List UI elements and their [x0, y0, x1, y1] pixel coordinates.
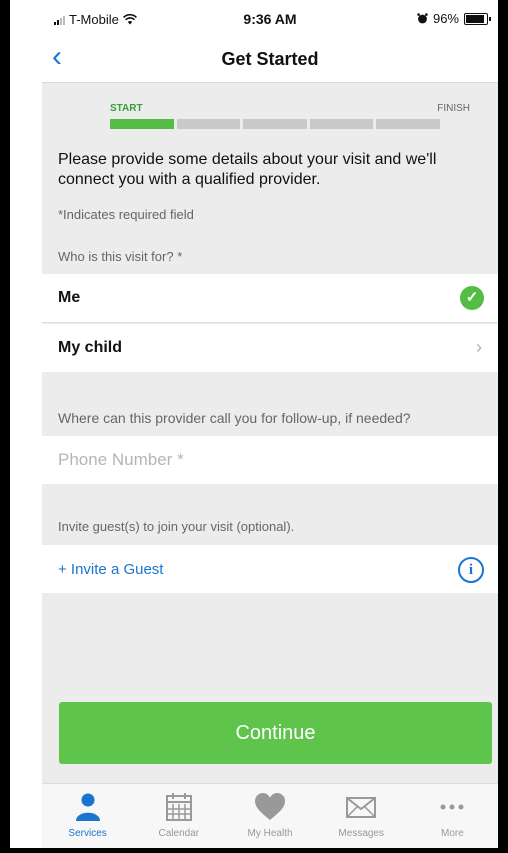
- tab-more-label: More: [441, 828, 464, 839]
- envelope-icon: [346, 797, 377, 818]
- progress-indicator: START FINISH: [42, 83, 498, 143]
- progress-step-5: [376, 119, 440, 129]
- required-field-note: *Indicates required field: [58, 207, 194, 222]
- battery-icon: [464, 12, 491, 25]
- alarm-icon: [417, 13, 428, 24]
- heart-icon: [255, 793, 285, 820]
- progress-step-3: [243, 119, 307, 129]
- visit-for-label: Who is this visit for? *: [58, 249, 183, 264]
- tab-messages[interactable]: Messages: [316, 784, 407, 848]
- progress-track: [110, 119, 440, 129]
- continue-button[interactable]: Continue: [59, 702, 492, 764]
- info-icon[interactable]: i: [458, 557, 484, 583]
- phone-screen: T-Mobile 9:36 AM 96% ‹ Get Started START…: [42, 0, 498, 848]
- screenshot-border-right: [498, 0, 508, 853]
- progress-step-2: [176, 119, 241, 129]
- option-me-label: Me: [58, 289, 81, 306]
- screenshot-border-bottom: [0, 848, 508, 853]
- battery-percent: 96%: [432, 11, 459, 26]
- progress-start-label: START: [110, 103, 143, 114]
- page-title: Get Started: [221, 49, 319, 69]
- tab-calendar[interactable]: Calendar: [133, 784, 224, 848]
- tab-my-health-label: My Health: [247, 828, 293, 839]
- screenshot-border-left: [0, 0, 10, 853]
- followup-label: Where can this provider call you for fol…: [58, 410, 411, 426]
- navigation-bar: ‹ Get Started: [42, 36, 498, 83]
- invite-guest-link[interactable]: + Invite a Guest: [58, 561, 163, 578]
- phone-number-input[interactable]: [58, 436, 478, 484]
- tab-calendar-label: Calendar: [158, 828, 200, 839]
- invite-guest-label: Invite guest(s) to join your visit (opti…: [58, 519, 295, 534]
- calendar-icon: [165, 793, 192, 821]
- chevron-right-icon: ›: [476, 337, 482, 357]
- tab-my-health[interactable]: My Health: [224, 784, 315, 848]
- tab-messages-label: Messages: [338, 828, 384, 839]
- tab-services[interactable]: Services: [42, 784, 133, 848]
- tab-bar: Services Calendar My Health Messages Mor…: [42, 783, 498, 848]
- option-me[interactable]: Me ✓: [42, 274, 498, 323]
- status-right: 96%: [417, 11, 491, 26]
- phone-row: [42, 436, 498, 484]
- checkmark-icon: ✓: [460, 286, 484, 310]
- intro-text: Please provide some details about your v…: [58, 151, 437, 188]
- progress-finish-label: FINISH: [437, 103, 470, 114]
- status-bar: T-Mobile 9:36 AM 96%: [42, 0, 498, 36]
- invite-guest-row: + Invite a Guest i: [42, 545, 498, 593]
- option-my-child-label: My child: [58, 339, 123, 356]
- progress-step-4: [309, 119, 374, 129]
- option-my-child[interactable]: My child ›: [42, 324, 498, 372]
- tab-services-label: Services: [68, 828, 107, 839]
- person-icon: [75, 793, 100, 821]
- more-icon: [440, 804, 464, 810]
- progress-step-1: [110, 119, 174, 129]
- tab-more[interactable]: More: [407, 784, 498, 848]
